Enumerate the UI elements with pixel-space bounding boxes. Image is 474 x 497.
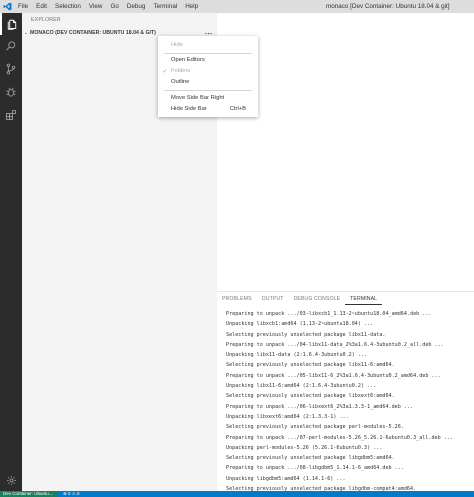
panel-tabs: PROBLEMS OUTPUT DEBUG CONSOLE TERMINAL bbox=[217, 294, 383, 305]
terminal-output[interactable]: Preparing to unpack .../03-libxcb1_1.13-… bbox=[226, 309, 471, 492]
terminal-line: Preparing to unpack .../05-libx11-6_2%3a… bbox=[226, 372, 441, 379]
tab-problems[interactable]: PROBLEMS bbox=[217, 294, 257, 305]
menu-item-move-side-bar-right[interactable]: Move Side Bar Right bbox=[158, 93, 258, 103]
menu-item-open-editors[interactable]: Open Editors bbox=[158, 55, 258, 65]
terminal-line: Preparing to unpack .../04-libx11-data_2… bbox=[226, 341, 444, 348]
menu-view[interactable]: View bbox=[85, 0, 107, 13]
menu-item-outline[interactable]: Outline bbox=[158, 77, 258, 87]
terminal-line: Unpacking perl-modules-5.26 (5.26.1-6ubu… bbox=[226, 444, 383, 451]
terminal-line: Unpacking libx11-data (2:1.6.4-3ubuntu0.… bbox=[226, 352, 368, 359]
menu-separator bbox=[164, 90, 252, 91]
menu-file[interactable]: File bbox=[14, 0, 32, 13]
terminal-line: Preparing to unpack .../06-libxext6_2%3a… bbox=[226, 403, 414, 410]
window-title: monaco [Dev Container: Ubuntu 18.04 & gi… bbox=[326, 3, 450, 10]
sidebar-header: EXPLORER bbox=[31, 17, 61, 23]
menu-selection[interactable]: Selection bbox=[51, 0, 85, 13]
check-icon: ✓ bbox=[162, 68, 168, 75]
debug-bug-icon[interactable] bbox=[0, 81, 22, 103]
menu-item-folders: ✓ Folders bbox=[162, 68, 191, 75]
terminal-line: Selecting previously unselected package … bbox=[226, 331, 386, 338]
source-control-icon[interactable] bbox=[0, 58, 22, 80]
chevron-down-icon: ⌄ bbox=[23, 30, 29, 36]
remote-label: Dev Container: Ubuntu... bbox=[3, 491, 53, 496]
menu-help[interactable]: Help bbox=[181, 0, 202, 13]
menu-bar: File Edit Selection View Go Debug Termin… bbox=[14, 0, 202, 13]
tab-debug-console[interactable]: DEBUG CONSOLE bbox=[289, 294, 346, 305]
terminal-line: Unpacking libx11-6:amd64 (2:1.6.4-3ubunt… bbox=[226, 383, 377, 390]
tab-output[interactable]: OUTPUT bbox=[257, 294, 289, 305]
remote-indicator[interactable]: Dev Container: Ubuntu... bbox=[0, 491, 58, 497]
terminal-line: Selecting previously unselected package … bbox=[226, 393, 395, 400]
tab-terminal[interactable]: TERMINAL bbox=[345, 294, 383, 305]
terminal-line: Selecting previously unselected package … bbox=[226, 362, 395, 369]
terminal-line: Preparing to unpack .../08-libgdbm5_1.14… bbox=[226, 465, 404, 472]
menu-separator bbox=[164, 53, 252, 54]
vscode-logo-icon bbox=[0, 0, 14, 13]
search-icon[interactable] bbox=[0, 35, 22, 57]
terminal-line: Selecting previously unselected package … bbox=[226, 455, 395, 462]
context-menu: Hide Open Editors ✓ Folders Outline Move… bbox=[158, 36, 258, 117]
shortcut-label: Ctrl+B bbox=[229, 106, 246, 112]
extensions-icon[interactable] bbox=[0, 104, 22, 126]
terminal-line: Selecting previously unselected package … bbox=[226, 424, 404, 431]
menu-item-hide-side-bar[interactable]: Hide Side Bar Ctrl+B bbox=[158, 104, 258, 114]
menu-terminal[interactable]: Terminal bbox=[149, 0, 181, 13]
terminal-line: Unpacking libxcb1:amd64 (1.13-2~ubuntu18… bbox=[226, 321, 374, 328]
gear-icon[interactable] bbox=[0, 469, 22, 491]
terminal-line: Preparing to unpack .../07-perl-modules-… bbox=[226, 434, 453, 441]
menu-debug[interactable]: Debug bbox=[123, 0, 150, 13]
bottom-panel: PROBLEMS OUTPUT DEBUG CONSOLE TERMINAL P… bbox=[217, 291, 474, 492]
terminal-line: Preparing to unpack .../03-libxcb1_1.13-… bbox=[226, 311, 432, 317]
activity-bar bbox=[0, 13, 22, 491]
explorer-files-icon[interactable] bbox=[0, 13, 22, 35]
menu-edit[interactable]: Edit bbox=[32, 0, 51, 13]
status-bar: Dev Container: Ubuntu... ⊗ 0 ⚠ 0 bbox=[0, 491, 474, 497]
terminal-line: Unpacking libgdbm5:amd64 (1.14.1-6) ... bbox=[226, 475, 346, 482]
workspace-folder-title: MONACO (DEV CONTAINER: UBUNTU 18.04 & GI… bbox=[30, 30, 156, 36]
problems-count[interactable]: ⊗ 0 ⚠ 0 bbox=[63, 491, 80, 497]
menu-item-hide: Hide bbox=[171, 42, 183, 48]
title-bar: File Edit Selection View Go Debug Termin… bbox=[0, 0, 474, 13]
terminal-line: Unpacking libxext6:amd64 (2:1.3.3-1) ... bbox=[226, 413, 349, 420]
menu-go[interactable]: Go bbox=[106, 0, 122, 13]
